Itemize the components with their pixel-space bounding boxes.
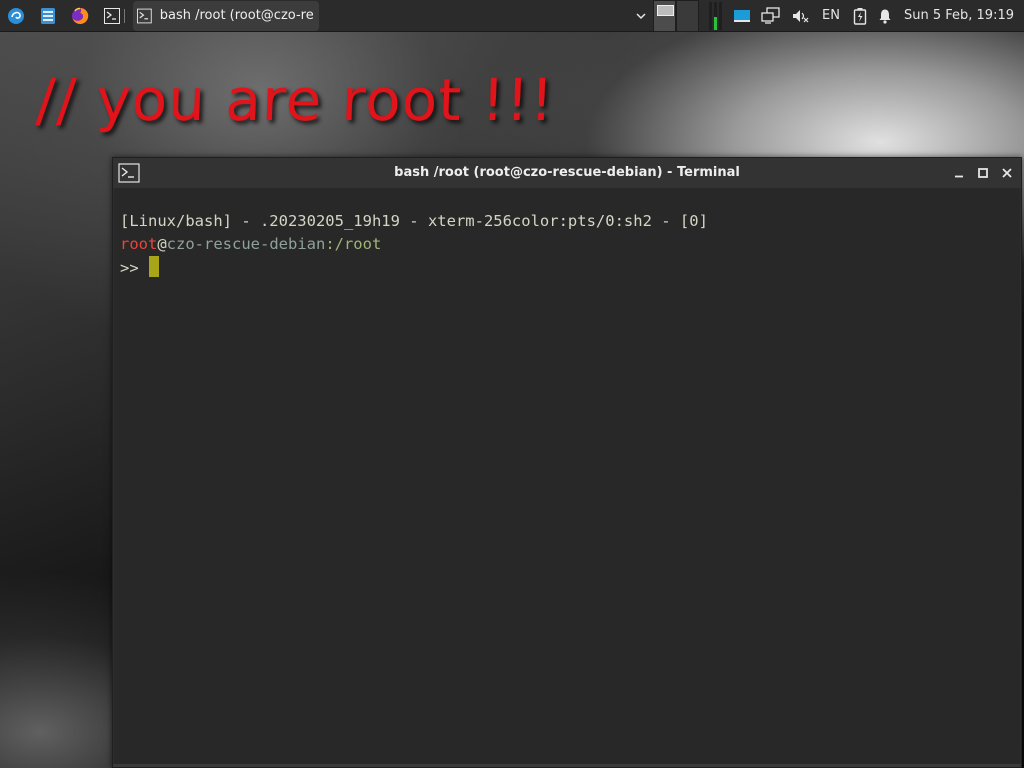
chevron-down-icon <box>636 12 646 19</box>
desktop-banner-text: // you are root !!! <box>34 66 556 134</box>
bell-icon <box>879 9 891 24</box>
workspace-switcher[interactable] <box>653 0 700 32</box>
terminal-task-icon <box>137 8 152 23</box>
battery-charging-icon <box>853 7 867 25</box>
window-resize-edge[interactable] <box>113 764 1021 767</box>
workspace-1[interactable] <box>653 0 677 32</box>
prompt-path: :/root <box>325 235 382 253</box>
panel-separator <box>124 8 131 23</box>
workspace-2[interactable] <box>676 0 700 32</box>
terminal-window[interactable]: bash /root (root@czo-rescue-debian) - Te… <box>112 157 1022 768</box>
minimize-icon <box>955 175 963 178</box>
terminal-prompt-context: root@czo-rescue-debian:/root <box>120 233 1020 256</box>
taskbar-task-label: bash /root (root@czo-re... <box>159 8 313 23</box>
volume-tray-button[interactable] <box>786 0 814 32</box>
volume-muted-icon <box>793 9 809 22</box>
prompt-user: root <box>120 235 158 253</box>
terminal-launcher-icon <box>104 7 120 24</box>
window-title: bash /root (root@czo-rescue-debian) - Te… <box>394 165 740 180</box>
prompt-symbol: >> <box>120 259 148 277</box>
minimize-button[interactable] <box>949 163 969 183</box>
maximize-button[interactable] <box>973 163 993 183</box>
window-controls <box>949 163 1017 183</box>
display-tray-button[interactable] <box>728 0 756 32</box>
terminal-window-icon[interactable] <box>118 163 140 183</box>
firefox-button[interactable] <box>64 0 96 32</box>
prompt-at: @ <box>157 235 167 253</box>
network-tray-button[interactable] <box>756 0 786 32</box>
cpu-graph-bar <box>709 1 713 30</box>
cpu-graph[interactable] <box>709 1 723 30</box>
clock[interactable]: Sun 5 Feb, 19:19 <box>898 8 1024 23</box>
cpu-graph-bar-fill <box>714 16 718 30</box>
prompt-host: czo-rescue-debian <box>166 235 326 253</box>
close-icon <box>1002 168 1012 178</box>
debian-menu-button[interactable] <box>0 0 32 32</box>
keyboard-layout-indicator[interactable]: EN <box>814 8 848 23</box>
text-cursor <box>149 256 159 277</box>
display-icon <box>734 9 751 22</box>
terminal-status-line: [Linux/bash] - .20230205_19h19 - xterm-2… <box>120 212 708 230</box>
cpu-graph-bar <box>714 1 718 30</box>
close-button[interactable] <box>997 163 1017 183</box>
file-manager-button[interactable] <box>32 0 64 32</box>
taskbar-task-terminal[interactable]: bash /root (root@czo-re... <box>133 0 319 31</box>
terminal-input-line[interactable]: >> <box>120 256 1020 279</box>
cpu-graph-bar <box>719 1 723 30</box>
window-titlebar[interactable]: bash /root (root@czo-rescue-debian) - Te… <box>113 158 1021 188</box>
terminal-output[interactable]: [Linux/bash] - .20230205_19h19 - xterm-2… <box>114 188 1020 766</box>
maximize-icon <box>978 168 988 178</box>
file-manager-icon <box>41 7 55 24</box>
debian-menu-icon <box>8 7 24 24</box>
network-icon <box>761 6 780 24</box>
window-list-menu-button[interactable] <box>631 0 651 32</box>
battery-tray-button[interactable] <box>848 0 872 32</box>
top-panel: bash /root (root@czo-re... EN Sun 5 Feb,… <box>0 0 1024 32</box>
workspace-window-preview <box>657 4 675 16</box>
system-tray: EN Sun 5 Feb, 19:19 <box>631 0 1024 32</box>
notifications-tray-button[interactable] <box>872 0 898 32</box>
firefox-icon <box>72 7 89 24</box>
